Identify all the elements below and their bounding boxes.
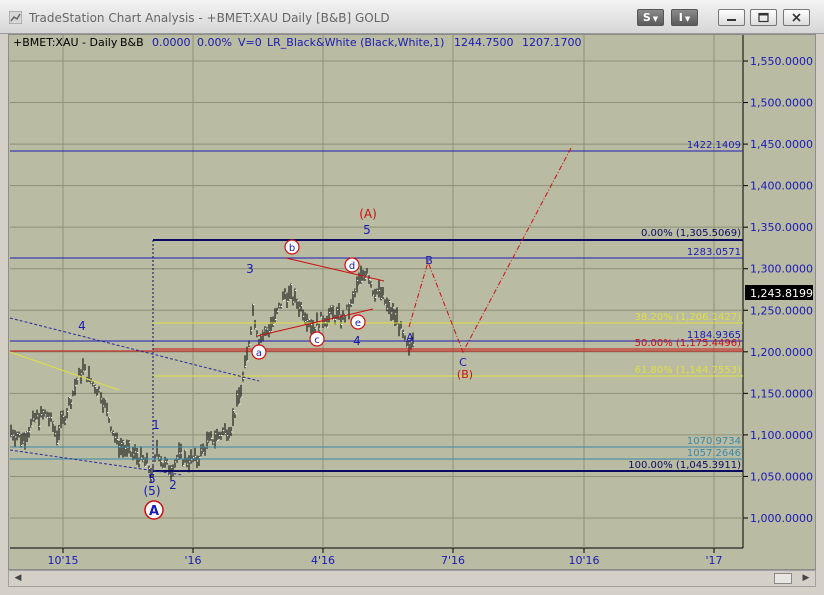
scroll-left-arrow-icon[interactable]: ◀	[11, 572, 25, 585]
wave-label-2: 2	[169, 478, 177, 492]
wave-label-4-left: 4	[78, 319, 86, 333]
status-pct: 0.00%	[197, 36, 232, 49]
maximize-button[interactable]	[750, 9, 777, 26]
interval-link-label: I	[678, 11, 683, 24]
price-tick-label: 1,000.0000	[750, 512, 813, 525]
price-tick-label: 1,300.0000	[750, 263, 813, 276]
minimize-icon	[727, 19, 736, 21]
status-volume: V=0	[238, 36, 262, 49]
price-tick-label: 1,350.0000	[750, 221, 813, 234]
time-tick-label: '16	[184, 554, 201, 567]
status-line: +BMET:XAU - Daily B&B 0.0000 0.00% V=0 L…	[13, 36, 582, 49]
close-icon	[792, 13, 801, 22]
chevron-down-icon: ▼	[684, 15, 691, 23]
wave-label-A-big: A	[149, 504, 159, 519]
wave-label-b: b	[289, 243, 295, 254]
status-value-2: 1207.1700	[522, 36, 582, 49]
price-chart[interactable]: 1422.1409 0.00% (1,305.5069) 1283.0571 3…	[9, 35, 815, 569]
status-indicator[interactable]: LR_Black&White (Black,White,1)	[267, 36, 444, 49]
time-tick-label: 7'16	[441, 554, 465, 567]
wave-label-c: c	[314, 335, 320, 346]
symbol-link-label: S	[642, 11, 651, 24]
close-button[interactable]	[783, 9, 810, 26]
time-tick-label: 10'16	[568, 554, 599, 567]
wave-label-3: 3	[246, 262, 254, 276]
price-tick-label: 1,500.0000	[750, 97, 813, 110]
label-1057: 1057.2646	[687, 448, 741, 459]
price-tick-label: 1,250.0000	[750, 304, 813, 317]
wave-label-B: B	[425, 254, 433, 267]
price-tick-label: 1,100.0000	[750, 429, 813, 442]
maximize-icon	[758, 12, 769, 23]
label-1283: 1283.0571	[687, 247, 741, 258]
wave-label-B-paren: (B)	[457, 368, 473, 381]
status-symbol: +BMET:XAU - Daily	[13, 36, 118, 49]
price-tick-label: 1,150.0000	[750, 387, 813, 400]
interval-link-button[interactable]: I ▼	[671, 9, 698, 26]
price-tick-label: 1,550.0000	[750, 55, 813, 68]
label-fib50: 50.00% (1,175.4496)	[635, 338, 741, 349]
price-tick-label: 1,050.0000	[750, 470, 813, 483]
wave-label-A-paren: (A)	[359, 207, 377, 221]
label-fib61: 61.80% (1,144.7553)	[635, 365, 741, 376]
wave-label-d: d	[349, 261, 355, 272]
status-change: 0.0000	[152, 36, 191, 49]
price-tick-label: 1,450.0000	[750, 138, 813, 151]
time-tick-label: 10'15	[47, 554, 78, 567]
chart-panel[interactable]: 1422.1409 0.00% (1,305.5069) 1283.0571 3…	[8, 34, 816, 570]
label-fib100: 100.00% (1,045.3911)	[628, 460, 741, 471]
wave-label-5-top: 5	[363, 223, 371, 237]
time-axis[interactable]: 10'15 '16 4'16 7'16 10'16 '17	[47, 548, 723, 567]
last-price-value: 1,243.8199	[750, 287, 813, 300]
time-tick-label: 4'16	[311, 554, 335, 567]
label-fib0: 0.00% (1,305.5069)	[641, 228, 741, 239]
time-tick-label: '17	[705, 554, 722, 567]
status-value-1: 1244.7500	[454, 36, 514, 49]
wave-label-1: 1	[152, 418, 160, 432]
wave-label-a: a	[256, 348, 262, 359]
horizontal-scrollbar[interactable]: ◀ ▶	[8, 570, 816, 587]
wave-label-e: e	[355, 318, 361, 329]
wave-label-A: A	[406, 331, 414, 344]
price-tick-label: 1,400.0000	[750, 180, 813, 193]
label-1422: 1422.1409	[687, 140, 741, 151]
label-1070: 1070.9734	[687, 436, 741, 447]
wave-label-5-paren: (5)	[144, 484, 161, 498]
symbol-link-button[interactable]: S ▼	[637, 9, 664, 26]
price-tick-label: 1,200.0000	[750, 346, 813, 359]
minimize-button[interactable]	[718, 9, 745, 26]
scrollbar-thumb[interactable]	[774, 573, 792, 584]
chevron-down-icon: ▼	[652, 15, 659, 23]
scroll-right-arrow-icon[interactable]: ▶	[799, 572, 813, 585]
window-title: TradeStation Chart Analysis - +BMET:XAU …	[29, 11, 390, 25]
status-bb: B&B	[120, 36, 144, 49]
label-fib38: 38.20% (1,206.1427)	[635, 312, 741, 323]
title-bar: TradeStation Chart Analysis - +BMET:XAU …	[0, 0, 824, 34]
wave-label-4: 4	[353, 334, 361, 348]
tradestation-app-icon	[9, 11, 22, 24]
